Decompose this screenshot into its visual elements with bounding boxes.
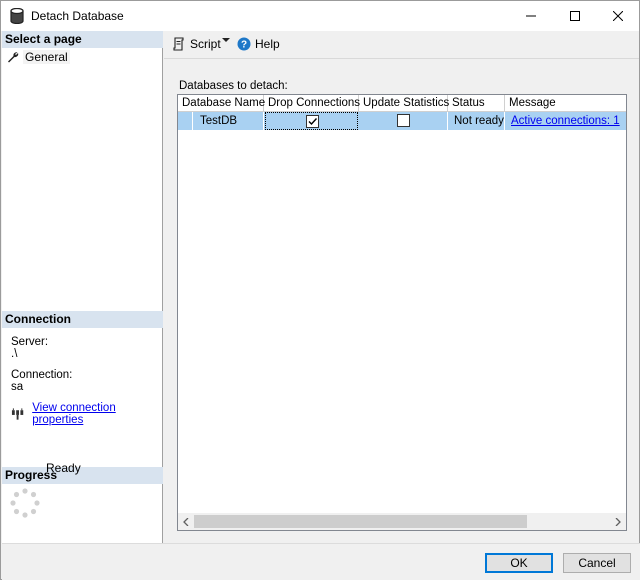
progress-header: Progress [2, 467, 163, 484]
database-icon [10, 8, 24, 24]
scrollbar-thumb[interactable] [194, 515, 527, 528]
update-statistics-checkbox[interactable] [397, 114, 410, 127]
column-header-drop-connections[interactable]: Drop Connections [264, 95, 360, 112]
server-label: Server: [11, 336, 49, 348]
svg-text:?: ? [241, 40, 247, 51]
drop-connections-cell[interactable] [265, 112, 358, 130]
select-page-header: Select a page [2, 31, 163, 48]
message-cell: Active connections: 1 [511, 112, 626, 130]
title-bar: Detach Database [1, 1, 639, 31]
checkmark-icon [308, 118, 318, 126]
horizontal-scrollbar[interactable] [178, 513, 626, 530]
script-button[interactable]: Script [172, 37, 221, 51]
connection-header: Connection [2, 311, 163, 328]
maximize-icon [570, 11, 580, 21]
drop-connections-checkbox[interactable] [306, 115, 319, 128]
server-value: .\ [11, 348, 18, 360]
help-button[interactable]: ? Help [237, 37, 280, 51]
column-header-status[interactable]: Status [448, 95, 505, 112]
toolbar: Script ? Help [164, 31, 639, 59]
script-icon [173, 37, 184, 51]
row-header-cell[interactable] [178, 112, 193, 130]
left-pane: Select a page General Connection Server:… [2, 31, 163, 543]
grid-caption: Databases to detach: [179, 80, 288, 92]
ok-button[interactable]: OK [485, 553, 553, 573]
status-cell: Not ready [448, 112, 505, 130]
script-label: Script [190, 37, 221, 51]
databases-grid[interactable]: Database Name Drop Connections Update St… [177, 94, 627, 531]
page-item-general[interactable]: General [7, 49, 70, 64]
connection-plug-icon [11, 408, 24, 420]
view-connection-properties[interactable]: View connection properties [11, 402, 162, 426]
row-selector: TestDB [178, 112, 264, 130]
database-name-cell: TestDB [200, 115, 238, 127]
close-button[interactable] [596, 1, 640, 31]
chevron-left-icon [183, 517, 189, 526]
cancel-button[interactable]: Cancel [563, 553, 631, 573]
help-icon: ? [237, 37, 251, 51]
minimize-button[interactable] [509, 1, 553, 31]
grid-header: Database Name Drop Connections Update St… [178, 95, 626, 112]
column-header-message[interactable]: Message [505, 95, 626, 112]
minimize-icon [526, 15, 536, 17]
help-label: Help [255, 37, 280, 51]
page-item-label: General [23, 49, 70, 64]
connection-label: Connection: [11, 369, 73, 381]
view-connection-properties-link[interactable]: View connection properties [32, 402, 162, 426]
column-header-update-statistics[interactable]: Update Statistics [359, 95, 449, 112]
update-statistics-cell[interactable] [359, 112, 448, 130]
maximize-button[interactable] [553, 1, 597, 31]
scroll-right-button[interactable] [610, 513, 626, 530]
detach-database-dialog: Detach Database Select a page General Co… [0, 0, 640, 580]
progress-spinner-icon [10, 488, 40, 518]
progress-status: Ready [46, 461, 81, 475]
script-dropdown-button[interactable] [222, 37, 230, 43]
chevron-right-icon [615, 517, 621, 526]
connection-value: sa [11, 381, 24, 393]
chevron-down-icon [222, 38, 230, 42]
close-icon [613, 11, 623, 21]
dialog-button-bar: OK Cancel [2, 543, 640, 580]
wrench-icon [8, 51, 19, 62]
window-title: Detach Database [31, 9, 124, 23]
scroll-left-button[interactable] [178, 513, 194, 530]
column-header-database-name[interactable]: Database Name [178, 95, 265, 112]
active-connections-link[interactable]: Active connections: 1 [511, 115, 620, 127]
table-row[interactable]: TestDB Not ready Active connections: 1 [178, 112, 626, 130]
